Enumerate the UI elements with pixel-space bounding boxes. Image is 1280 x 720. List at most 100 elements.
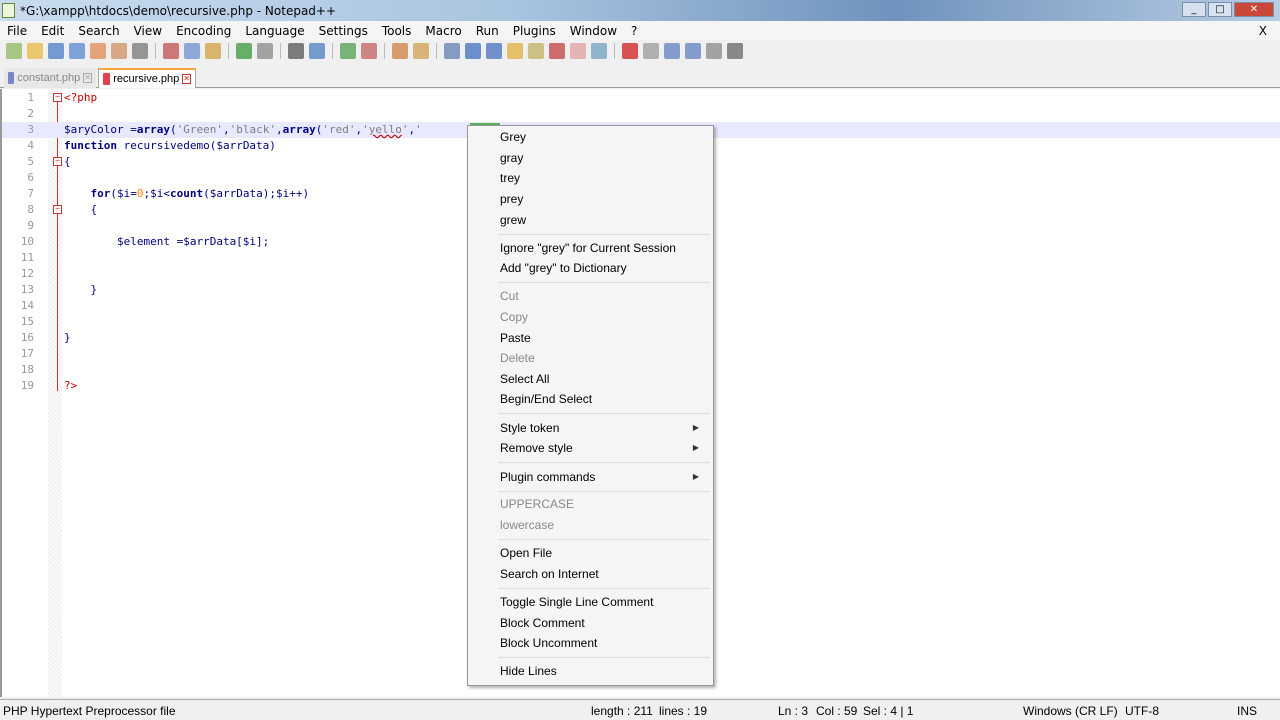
monitor-icon[interactable]	[591, 43, 607, 59]
menu-encoding[interactable]: Encoding	[169, 24, 238, 38]
code-text: for($i=0;$i<count($arrData);$i++)	[90, 187, 310, 200]
udl-icon[interactable]	[507, 43, 523, 59]
menu-item-grew[interactable]: grew	[500, 211, 709, 229]
redo-icon[interactable]	[257, 43, 273, 59]
line-number: 6	[27, 171, 34, 184]
menu-view[interactable]: View	[127, 24, 169, 38]
close-all-icon[interactable]	[111, 43, 127, 59]
menu-plugins[interactable]: Plugins	[506, 24, 563, 38]
new-icon[interactable]	[6, 43, 22, 59]
close-tab-icon[interactable]: ✕	[182, 74, 191, 84]
menu-item-ignore-grey-for-current-session[interactable]: Ignore "grey" for Current Session	[500, 239, 709, 257]
menu-item-label: Grey	[500, 130, 527, 144]
save-macro-icon[interactable]	[706, 43, 722, 59]
close-button[interactable]: ✕	[1234, 2, 1274, 17]
menu-item-open-file[interactable]: Open File	[500, 544, 709, 562]
record-icon[interactable]	[622, 43, 638, 59]
menu-item-begin-end-select[interactable]: Begin/End Select	[500, 390, 709, 408]
status-col: Col : 59	[816, 704, 858, 718]
menu-item-label: Delete	[500, 351, 535, 365]
menu-item-add-grey-to-dictionary[interactable]: Add "grey" to Dictionary	[500, 259, 709, 277]
zoom-in-icon[interactable]	[340, 43, 356, 59]
menu-item-paste[interactable]: Paste	[500, 329, 709, 347]
tab-label: recursive.php	[113, 73, 180, 85]
stop-icon[interactable]	[643, 43, 659, 59]
menu-item-grey[interactable]: Grey	[500, 128, 709, 146]
zoom-out-icon[interactable]	[361, 43, 377, 59]
menu-tools[interactable]: Tools	[375, 24, 419, 38]
menu-settings[interactable]: Settings	[312, 24, 375, 38]
menu-item-copy: Copy	[500, 308, 709, 326]
line-number: 12	[20, 267, 34, 280]
menu-item-label: grew	[500, 213, 527, 227]
save-icon[interactable]	[48, 43, 64, 59]
menu-language[interactable]: Language	[238, 24, 311, 38]
sync-h-icon[interactable]	[413, 43, 429, 59]
find-icon[interactable]	[288, 43, 304, 59]
menu-item-hide-lines[interactable]: Hide Lines	[500, 662, 709, 680]
play-icon[interactable]	[664, 43, 680, 59]
notepad-app-icon	[2, 3, 15, 18]
menu-item-block-comment[interactable]: Block Comment	[500, 614, 709, 632]
open-icon[interactable]	[27, 43, 43, 59]
line-number: 1	[27, 91, 34, 104]
tab-constant-php[interactable]: constant.php ✕	[4, 68, 96, 88]
menu-item-plugin-commands[interactable]: Plugin commands ▶	[500, 468, 709, 486]
save-all-icon[interactable]	[69, 43, 85, 59]
menu-item-remove-style[interactable]: Remove style ▶	[500, 439, 709, 457]
tab-bar: constant.php ✕ recursive.php ✕	[0, 64, 1280, 88]
menu-item-trey[interactable]: trey	[500, 169, 709, 187]
code-line[interactable]: 1 − <?php	[2, 90, 1280, 106]
close-tab-icon[interactable]: ✕	[83, 73, 92, 83]
copy-icon[interactable]	[184, 43, 200, 59]
word-wrap-icon[interactable]	[444, 43, 460, 59]
play-multiple-icon[interactable]	[685, 43, 701, 59]
cut-icon[interactable]	[163, 43, 179, 59]
context-menu: Grey gray trey prey grew Ignore "grey" for Cu…	[467, 125, 714, 686]
tab-recursive-php[interactable]: recursive.php ✕	[98, 68, 196, 88]
fold-toggle-icon[interactable]: −	[53, 93, 62, 102]
show-all-icon[interactable]	[465, 43, 481, 59]
sync-v-icon[interactable]	[392, 43, 408, 59]
menu-item-select-all[interactable]: Select All	[500, 370, 709, 388]
menu-item-label: Select All	[500, 372, 550, 386]
fold-toggle-icon[interactable]: −	[53, 157, 62, 166]
menu-search[interactable]: Search	[71, 24, 126, 38]
menu-item-search-on-internet[interactable]: Search on Internet	[500, 565, 709, 583]
menu-macro[interactable]: Macro	[418, 24, 468, 38]
code-line[interactable]: 2	[2, 106, 1280, 122]
menu-run[interactable]: Run	[469, 24, 506, 38]
menu-item-prey[interactable]: prey	[500, 190, 709, 208]
close-icon[interactable]	[90, 43, 106, 59]
menu-help[interactable]: ?	[624, 24, 644, 38]
menu-edit[interactable]: Edit	[34, 24, 71, 38]
replace-icon[interactable]	[309, 43, 325, 59]
menu-item-lowercase: lowercase	[500, 516, 709, 534]
function-list-icon[interactable]	[549, 43, 565, 59]
undo-icon[interactable]	[236, 43, 252, 59]
menu-item-label: Toggle Single Line Comment	[500, 595, 654, 609]
paste-icon[interactable]	[205, 43, 221, 59]
folder-icon[interactable]	[570, 43, 586, 59]
minimize-button[interactable]: _	[1182, 2, 1206, 17]
menu-item-block-uncomment[interactable]: Block Uncomment	[500, 634, 709, 652]
menu-item-gray[interactable]: gray	[500, 149, 709, 167]
doc-map-icon[interactable]	[528, 43, 544, 59]
spellcheck-icon[interactable]	[727, 43, 743, 59]
menu-file[interactable]: File	[0, 24, 34, 38]
status-filetype: PHP Hypertext Preprocessor file	[3, 704, 176, 718]
menu-item-style-token[interactable]: Style token ▶	[500, 419, 709, 437]
menu-separator	[498, 657, 710, 658]
submenu-arrow-icon: ▶	[692, 472, 699, 481]
print-icon[interactable]	[132, 43, 148, 59]
maximize-button[interactable]: □	[1208, 2, 1232, 17]
close-document-button[interactable]: X	[1252, 24, 1274, 38]
indent-guide-icon[interactable]	[486, 43, 502, 59]
menu-item-toggle-single-line-comment[interactable]: Toggle Single Line Comment	[500, 593, 709, 611]
menu-item-label: gray	[500, 151, 524, 165]
line-number: 18	[20, 363, 34, 376]
menu-window[interactable]: Window	[563, 24, 624, 38]
fold-toggle-icon[interactable]: −	[53, 205, 62, 214]
status-encoding: UTF-8	[1125, 704, 1159, 718]
menu-item-label: Paste	[500, 331, 531, 345]
